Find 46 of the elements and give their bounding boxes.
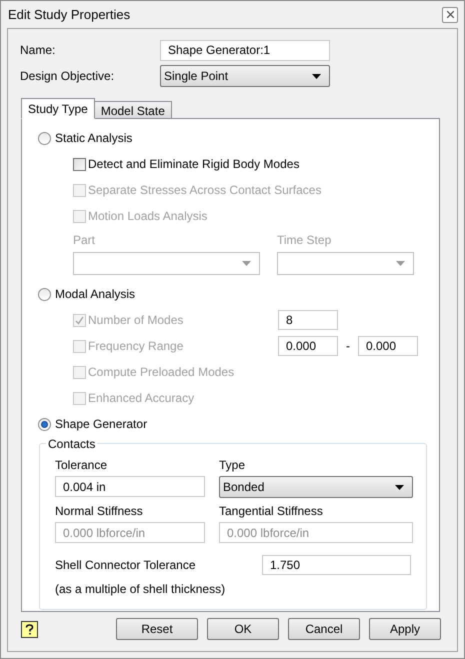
field-label: Shell Connector Tolerance [55,557,196,574]
checkbox-label: Separate Stresses Across Contact Surfaces [88,182,322,199]
tab[interactable]: Model State [94,101,172,119]
caret-icon [242,261,251,266]
field-label: Tangential Stiffness [219,503,324,520]
checkbox-label: Motion Loads Analysis [88,208,208,225]
radio-button[interactable] [38,288,51,300]
window-title: Edit Study Properties [8,6,130,24]
field-note: (as a multiple of shell thickness) [55,581,226,598]
checkmark-icon [75,316,84,324]
caret-icon [396,261,405,266]
dropdown[interactable]: Single Point [160,65,330,87]
help-button[interactable] [21,620,38,638]
checkbox-label: Enhanced Accuracy [88,390,194,407]
close-icon [446,11,454,18]
name-field[interactable]: Shape Generator:1 [160,40,330,60]
caret-icon [395,484,404,490]
radio-label: Modal Analysis [55,286,136,303]
close-button[interactable] [442,6,458,22]
caret-icon [312,74,321,78]
range-separator: - [345,338,351,355]
tab[interactable]: Study Type [21,98,95,119]
checkbox-label: Frequency Range [88,338,184,355]
field-label: Time Step [277,232,332,249]
help-icon [25,624,34,634]
dialog-button[interactable]: Reset [116,618,198,640]
field-label: Type [219,457,246,474]
field-label: Normal Stiffness [55,503,144,520]
tolerance-field[interactable]: 0.004 in [55,476,205,497]
checkbox-label: Number of Modes [88,312,184,329]
field-label: Part [73,232,96,249]
checkbox[interactable] [73,158,86,170]
shell-tolerance-field[interactable]: 1.750 [262,555,411,575]
checkbox-label: Compute Preloaded Modes [88,364,234,381]
field-label: Name: [20,42,56,59]
dialog-button[interactable]: Apply [369,618,441,640]
radio-label: Static Analysis [55,130,132,147]
radio-button[interactable] [38,132,51,144]
dialog-button[interactable]: OK [207,618,279,640]
radio-button[interactable] [38,418,51,430]
dropdown[interactable]: Bonded [219,476,413,498]
dialog-button[interactable]: Cancel [288,618,360,640]
field-label: Design Objective: [20,68,116,85]
checkbox-label: Detect and Eliminate Rigid Body Modes [88,156,300,173]
field-label: Tolerance [55,457,108,474]
radio-label: Shape Generator [55,416,148,433]
